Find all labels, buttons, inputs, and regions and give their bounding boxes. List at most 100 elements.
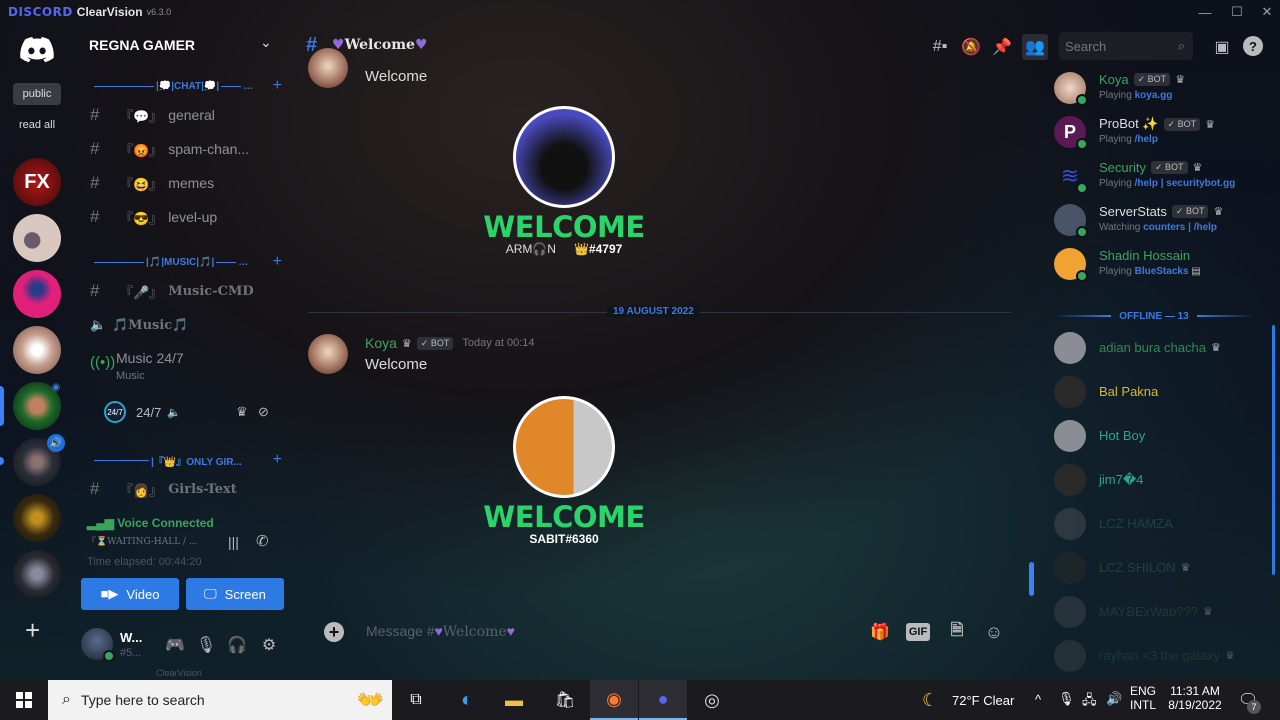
- channel-girls-text[interactable]: # 『👩』 Girls-Text: [90, 477, 286, 501]
- emoji-icon[interactable]: ☺: [982, 621, 1006, 643]
- channel-level-up[interactable]: # 『😎』 level-up: [90, 205, 286, 229]
- channel-memes[interactable]: # 『😆』 memes: [90, 171, 286, 195]
- notification-center-icon[interactable]: 🗨 7: [1238, 690, 1261, 714]
- taskbar-search-input[interactable]: ⌕ Type here to search 👐: [48, 680, 392, 720]
- firefox-icon[interactable]: ◉: [590, 680, 638, 720]
- channel-emoji: 『👩』: [120, 482, 163, 498]
- category-chat[interactable]: |💭|CHAT|💭|… +: [92, 77, 290, 95]
- member-offline[interactable]: Hot Boy: [1054, 416, 1274, 456]
- channel-general[interactable]: # 『💬』 general: [90, 103, 286, 127]
- member-shadin-hossain[interactable]: Shadin Hossain Playing BlueStacks ▤: [1054, 244, 1274, 284]
- server-name[interactable]: REGNA GAMER: [89, 37, 195, 53]
- member-offline[interactable]: MAYBExWab??? ♛: [1054, 592, 1274, 632]
- gift-icon[interactable]: 🎁: [868, 621, 892, 643]
- gamepad-icon[interactable]: 🎮: [164, 634, 186, 656]
- search-input[interactable]: Search ⌕: [1059, 32, 1193, 60]
- public-folder-button[interactable]: public: [13, 83, 61, 105]
- member-avatar: [1054, 420, 1086, 452]
- microphone-tray-icon[interactable]: 🎙: [1058, 691, 1075, 707]
- clock[interactable]: 11:31 AM 8/19/2022: [1164, 684, 1226, 712]
- voice-user-247[interactable]: 24/7 24/7 🔈 ♛ ⊘: [104, 400, 284, 424]
- username[interactable]: W...: [120, 630, 142, 645]
- server-icon-regna-gamer[interactable]: ◉: [13, 382, 61, 430]
- member-offline[interactable]: adian bura chacha ♛: [1054, 328, 1274, 368]
- koya-avatar[interactable]: [308, 48, 348, 88]
- input-language[interactable]: ENG INTL: [1128, 684, 1158, 712]
- author-name[interactable]: Koya: [365, 335, 397, 351]
- member-list-scrollbar[interactable]: [1272, 325, 1275, 575]
- screen-share-button[interactable]: 🖵 Screen: [186, 578, 284, 610]
- message-input[interactable]: Message #♥Welcome♥: [366, 623, 515, 640]
- member-offline[interactable]: LCZ SHILON ♛: [1054, 548, 1274, 588]
- voice-status[interactable]: ▂▄▆ Voice Connected: [87, 516, 214, 530]
- server-icon-1997-gaming[interactable]: [13, 270, 61, 318]
- member-probot[interactable]: P ProBot ✨ ✓ BOT ♛ Playing /help: [1054, 112, 1274, 152]
- member-koya[interactable]: Koya ✓ BOT ♛ Playing koya.gg: [1054, 68, 1274, 108]
- notification-muted-icon[interactable]: 🔕: [960, 36, 982, 58]
- threads-icon[interactable]: #▪: [929, 36, 951, 58]
- sticker-icon[interactable]: 🗎: [945, 621, 969, 643]
- voice-channel-path[interactable]: 『⏳WAITING-HALL / ...: [87, 534, 198, 547]
- microphone-icon[interactable]: 🎙: [195, 634, 217, 656]
- channel-name: Music-CMD: [168, 283, 254, 299]
- category-music[interactable]: |🎵|MUSIC|🎵|… +: [92, 253, 290, 271]
- member-name: MAYBExWab???: [1099, 604, 1198, 619]
- server-icon-girl[interactable]: 🔊: [13, 434, 65, 486]
- disconnect-icon[interactable]: ✆: [256, 532, 269, 550]
- obs-icon[interactable]: ◎: [688, 680, 736, 720]
- member-serverstats[interactable]: ServerStats ✓ BOT ♛ Watching counters | /h…: [1054, 200, 1274, 240]
- network-icon[interactable]: 🖧: [1082, 691, 1097, 713]
- edge-icon[interactable]: ◐: [443, 680, 491, 720]
- member-offline[interactable]: Bal Pakna: [1054, 372, 1274, 412]
- bot-tag: ✓ BOT: [1171, 205, 1209, 218]
- server-icon-eye[interactable]: [13, 214, 61, 262]
- chat-scrollbar[interactable]: [1029, 562, 1034, 596]
- windows-logo-icon: [16, 692, 32, 708]
- noise-suppression-icon[interactable]: |||: [228, 534, 239, 550]
- member-offline[interactable]: LCZ HAMZA: [1054, 504, 1274, 544]
- message-composer[interactable]: + Message #♥Welcome♥ 🎁 GIF 🗎 ☺: [308, 612, 1022, 652]
- koya-avatar[interactable]: [308, 334, 348, 374]
- help-icon[interactable]: ?: [1243, 36, 1263, 56]
- composer-channel: Welcome: [442, 624, 507, 640]
- settings-gear-icon[interactable]: ⚙: [258, 634, 280, 656]
- gif-icon[interactable]: GIF: [906, 623, 930, 641]
- minimize-button[interactable]: —: [1190, 0, 1220, 24]
- read-all-button[interactable]: read all: [8, 119, 66, 131]
- category-only-girls[interactable]: |『👑』ONLY GIR... +: [92, 451, 290, 469]
- video-button[interactable]: ■▶ Video: [81, 578, 179, 610]
- volume-icon[interactable]: 🔊: [1106, 691, 1122, 707]
- close-button[interactable]: ✕: [1252, 0, 1280, 24]
- add-channel-icon[interactable]: +: [273, 253, 282, 271]
- server-icon-loco-kid[interactable]: [13, 550, 61, 598]
- maximize-button[interactable]: ☐: [1222, 0, 1252, 24]
- channel-spam[interactable]: # 『😡』 spam-chan...: [90, 137, 286, 161]
- message-timestamp: Today at 00:14: [462, 337, 535, 349]
- chevron-down-icon[interactable]: ⌄: [260, 34, 272, 51]
- add-server-icon[interactable]: +: [25, 617, 40, 643]
- windows-start-button[interactable]: [0, 680, 48, 720]
- channel-music-cmd[interactable]: # 『🎤』 Music-CMD: [90, 279, 286, 303]
- channel-music-voice[interactable]: 🔈 🎵Music🎵: [90, 313, 286, 337]
- inbox-icon[interactable]: ▣: [1211, 36, 1233, 58]
- discord-taskbar-icon[interactable]: ●: [639, 680, 687, 720]
- member-offline[interactable]: jim7�4: [1054, 460, 1274, 500]
- weather-text[interactable]: 72°F Clear: [952, 693, 1014, 708]
- server-icon-gold-skull[interactable]: [13, 494, 61, 542]
- show-hidden-icons[interactable]: ^: [1035, 692, 1041, 707]
- microsoft-store-icon[interactable]: 🛍: [541, 680, 589, 720]
- pin-icon[interactable]: 📌: [991, 36, 1013, 58]
- add-channel-icon[interactable]: +: [273, 77, 282, 95]
- task-view-icon[interactable]: ⧉: [392, 680, 440, 720]
- headphones-icon[interactable]: 🎧: [226, 634, 248, 656]
- member-list-icon[interactable]: 👥: [1022, 34, 1048, 60]
- server-icon-heart-hands[interactable]: [13, 326, 61, 374]
- upload-plus-icon[interactable]: +: [324, 622, 344, 642]
- member-security[interactable]: ≋ Security ✓ BOT ♛ Playing /help | securit…: [1054, 156, 1274, 196]
- member-offline[interactable]: rayhan <3 the galaxy ♛: [1054, 636, 1274, 676]
- welcome-username: ARM🎧N 👑#4797: [474, 242, 654, 256]
- server-icon-fx[interactable]: FX: [13, 158, 61, 206]
- add-channel-icon[interactable]: +: [273, 451, 282, 469]
- discord-home-button[interactable]: [16, 34, 58, 66]
- file-explorer-icon[interactable]: ▬: [490, 680, 538, 720]
